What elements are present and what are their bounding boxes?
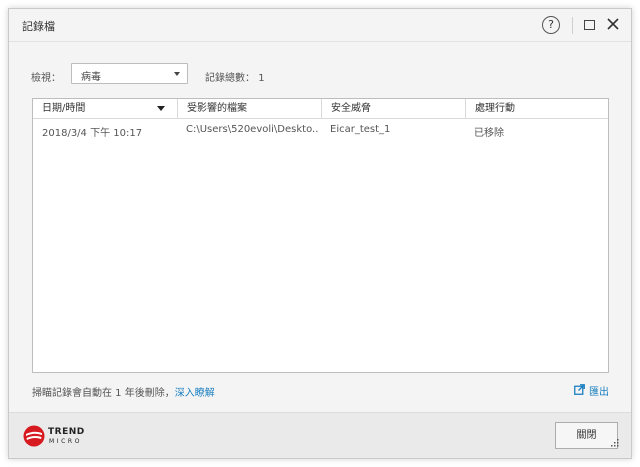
log-window: 記錄檔 ? 檢視： 病毒 記錄總數： 1 日期/時間 受影響的檔案 安全威脅 處… bbox=[8, 8, 632, 459]
brand-name-sub: MICRO bbox=[49, 438, 83, 445]
window-title: 記錄檔 bbox=[22, 20, 55, 33]
close-icon[interactable] bbox=[605, 16, 621, 32]
record-count-value: 1 bbox=[258, 73, 265, 84]
help-button[interactable]: ? bbox=[542, 16, 560, 34]
close-button[interactable]: 關閉 bbox=[555, 422, 618, 449]
column-header-datetime[interactable]: 日期/時間 bbox=[33, 99, 177, 118]
maximize-icon[interactable] bbox=[584, 20, 595, 30]
cell-file: C:\Users\520evoli\Deskto... bbox=[186, 124, 318, 135]
column-header-label: 處理行動 bbox=[475, 103, 515, 114]
table-row[interactable]: 2018/3/4 下午 10:17 C:\Users\520evoli\Desk… bbox=[33, 120, 608, 140]
brand-name: TREND bbox=[48, 427, 85, 437]
log-table: 日期/時間 受影響的檔案 安全威脅 處理行動 2018/3/4 下午 10:17… bbox=[32, 98, 609, 373]
record-count-label: 記錄總數： bbox=[205, 73, 255, 84]
chevron-down-icon bbox=[174, 72, 180, 76]
column-header-label: 受影響的檔案 bbox=[187, 103, 247, 114]
learn-more-link[interactable]: 深入瞭解 bbox=[175, 388, 215, 399]
export-icon bbox=[574, 384, 585, 395]
view-dropdown[interactable]: 病毒 bbox=[71, 63, 188, 84]
column-header-label: 安全威脅 bbox=[331, 103, 371, 114]
sort-descending-icon bbox=[157, 106, 165, 111]
trend-micro-logo: TREND MICRO bbox=[23, 425, 87, 447]
view-dropdown-value: 病毒 bbox=[81, 72, 101, 83]
record-count: 記錄總數： 1 bbox=[205, 69, 265, 84]
bottom-bar: TREND MICRO 關閉 bbox=[9, 412, 631, 458]
titlebar-divider bbox=[572, 17, 573, 34]
title-bar: 記錄檔 ? bbox=[9, 9, 631, 42]
column-header-label: 日期/時間 bbox=[42, 103, 86, 114]
resize-grip-icon[interactable] bbox=[610, 438, 620, 448]
cell-threat: Eicar_test_1 bbox=[330, 124, 391, 135]
table-header: 日期/時間 受影響的檔案 安全威脅 處理行動 bbox=[33, 99, 608, 119]
column-header-threat[interactable]: 安全威脅 bbox=[321, 99, 465, 118]
cell-action: 已移除 bbox=[474, 128, 504, 139]
retention-note: 掃瞄記錄會自動在 1 年後刪除，深入瞭解 bbox=[32, 384, 215, 399]
column-header-file[interactable]: 受影響的檔案 bbox=[177, 99, 321, 118]
content-area: 檢視： 病毒 記錄總數： 1 日期/時間 受影響的檔案 安全威脅 處理行動 20… bbox=[9, 43, 631, 412]
cell-datetime: 2018/3/4 下午 10:17 bbox=[42, 128, 143, 139]
view-label: 檢視： bbox=[31, 73, 61, 84]
column-header-action[interactable]: 處理行動 bbox=[465, 99, 608, 118]
retention-note-text: 掃瞄記錄會自動在 1 年後刪除， bbox=[32, 388, 175, 399]
export-label: 匯出 bbox=[589, 387, 609, 398]
trend-micro-logo-icon bbox=[23, 425, 45, 447]
